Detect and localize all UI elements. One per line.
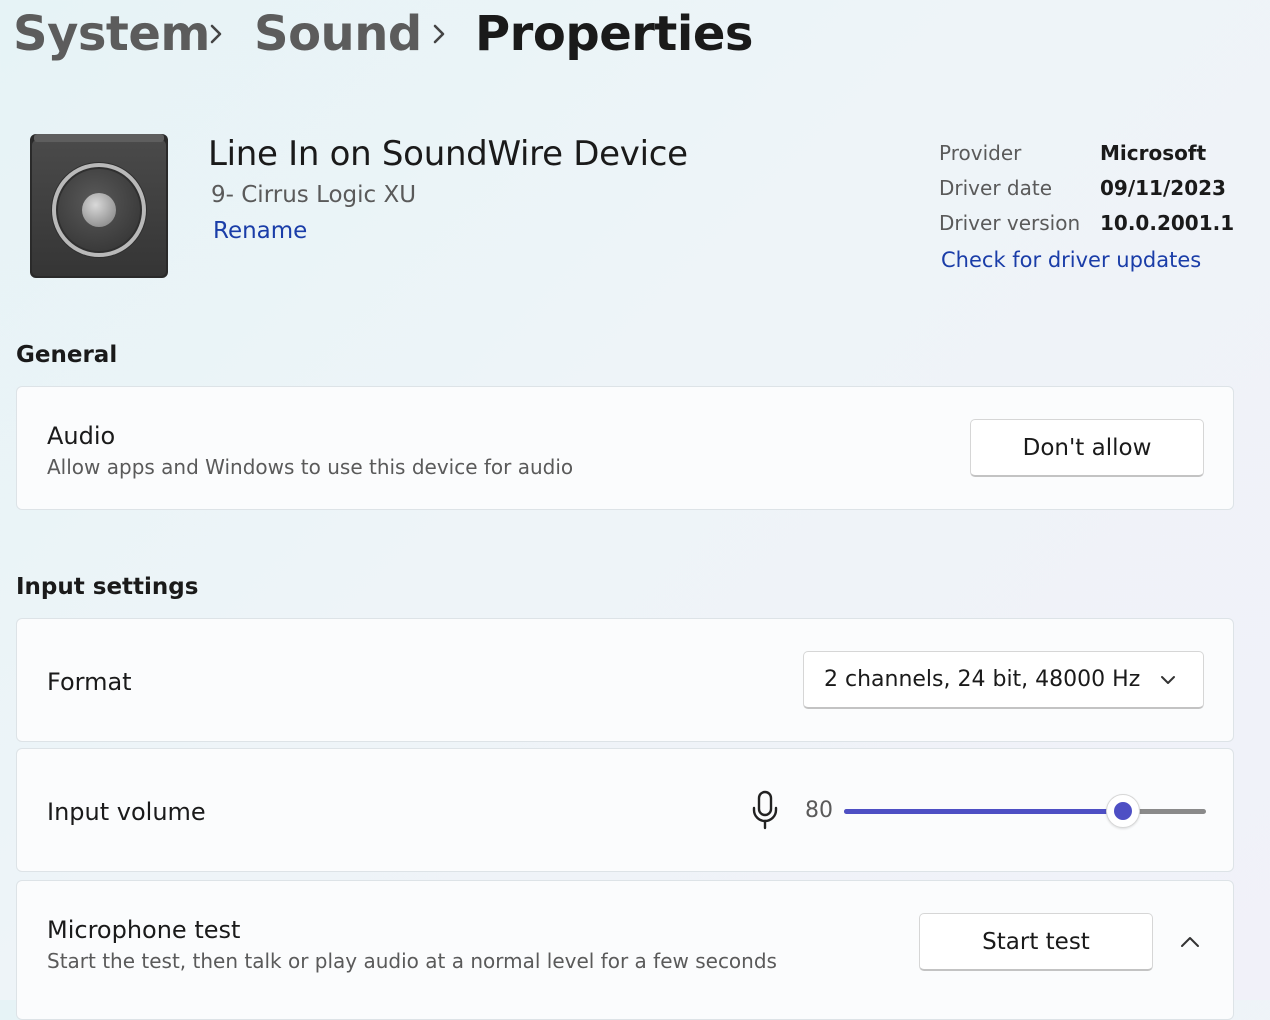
driver-date-value: 09/11/2023 xyxy=(1100,176,1226,200)
input-volume-value: 80 xyxy=(805,798,833,823)
breadcrumb-sound[interactable]: Sound xyxy=(254,2,422,66)
page-title: Properties xyxy=(475,6,753,62)
chevron-right-icon xyxy=(210,24,222,44)
format-selected-value: 2 channels, 24 bit, 48000 Hz xyxy=(824,667,1141,692)
audio-description: Allow apps and Windows to use this devic… xyxy=(47,455,574,479)
chevron-right-icon xyxy=(433,24,445,44)
start-test-button[interactable]: Start test xyxy=(919,913,1153,971)
chevron-up-icon[interactable] xyxy=(1179,934,1201,950)
driver-version-value: 10.0.2001.1 xyxy=(1100,211,1235,235)
provider-value: Microsoft xyxy=(1100,141,1207,165)
input-volume-card: Input volume 80 xyxy=(16,748,1234,872)
microphone-test-description: Start the test, then talk or play audio … xyxy=(47,949,777,973)
input-volume-title: Input volume xyxy=(47,798,206,826)
breadcrumb-system[interactable]: System xyxy=(13,2,210,66)
audio-card: Audio Allow apps and Windows to use this… xyxy=(16,386,1234,510)
dont-allow-button[interactable]: Don't allow xyxy=(970,419,1204,477)
driver-version-label: Driver version xyxy=(939,211,1081,235)
chevron-down-icon xyxy=(1161,676,1175,684)
device-subtitle: 9- Cirrus Logic XU xyxy=(211,182,417,208)
format-dropdown[interactable]: 2 channels, 24 bit, 48000 Hz xyxy=(803,651,1204,709)
provider-label: Provider xyxy=(939,141,1022,165)
rename-link[interactable]: Rename xyxy=(213,216,307,246)
format-card: Format 2 channels, 24 bit, 48000 Hz xyxy=(16,618,1234,742)
speaker-icon xyxy=(30,134,168,278)
check-driver-updates-link[interactable]: Check for driver updates xyxy=(941,246,1201,274)
microphone-test-title: Microphone test xyxy=(47,916,241,944)
microphone-test-card: Microphone test Start the test, then tal… xyxy=(16,880,1234,1020)
input-volume-slider[interactable] xyxy=(844,794,1206,828)
slider-fill xyxy=(844,809,1123,814)
section-title-input-settings: Input settings xyxy=(16,574,199,600)
device-name: Line In on SoundWire Device xyxy=(208,134,688,174)
slider-thumb[interactable] xyxy=(1106,794,1140,828)
section-title-general: General xyxy=(16,342,118,368)
audio-title: Audio xyxy=(47,422,116,450)
format-title: Format xyxy=(47,668,132,696)
driver-date-label: Driver date xyxy=(939,176,1052,200)
microphone-icon[interactable] xyxy=(750,790,780,830)
